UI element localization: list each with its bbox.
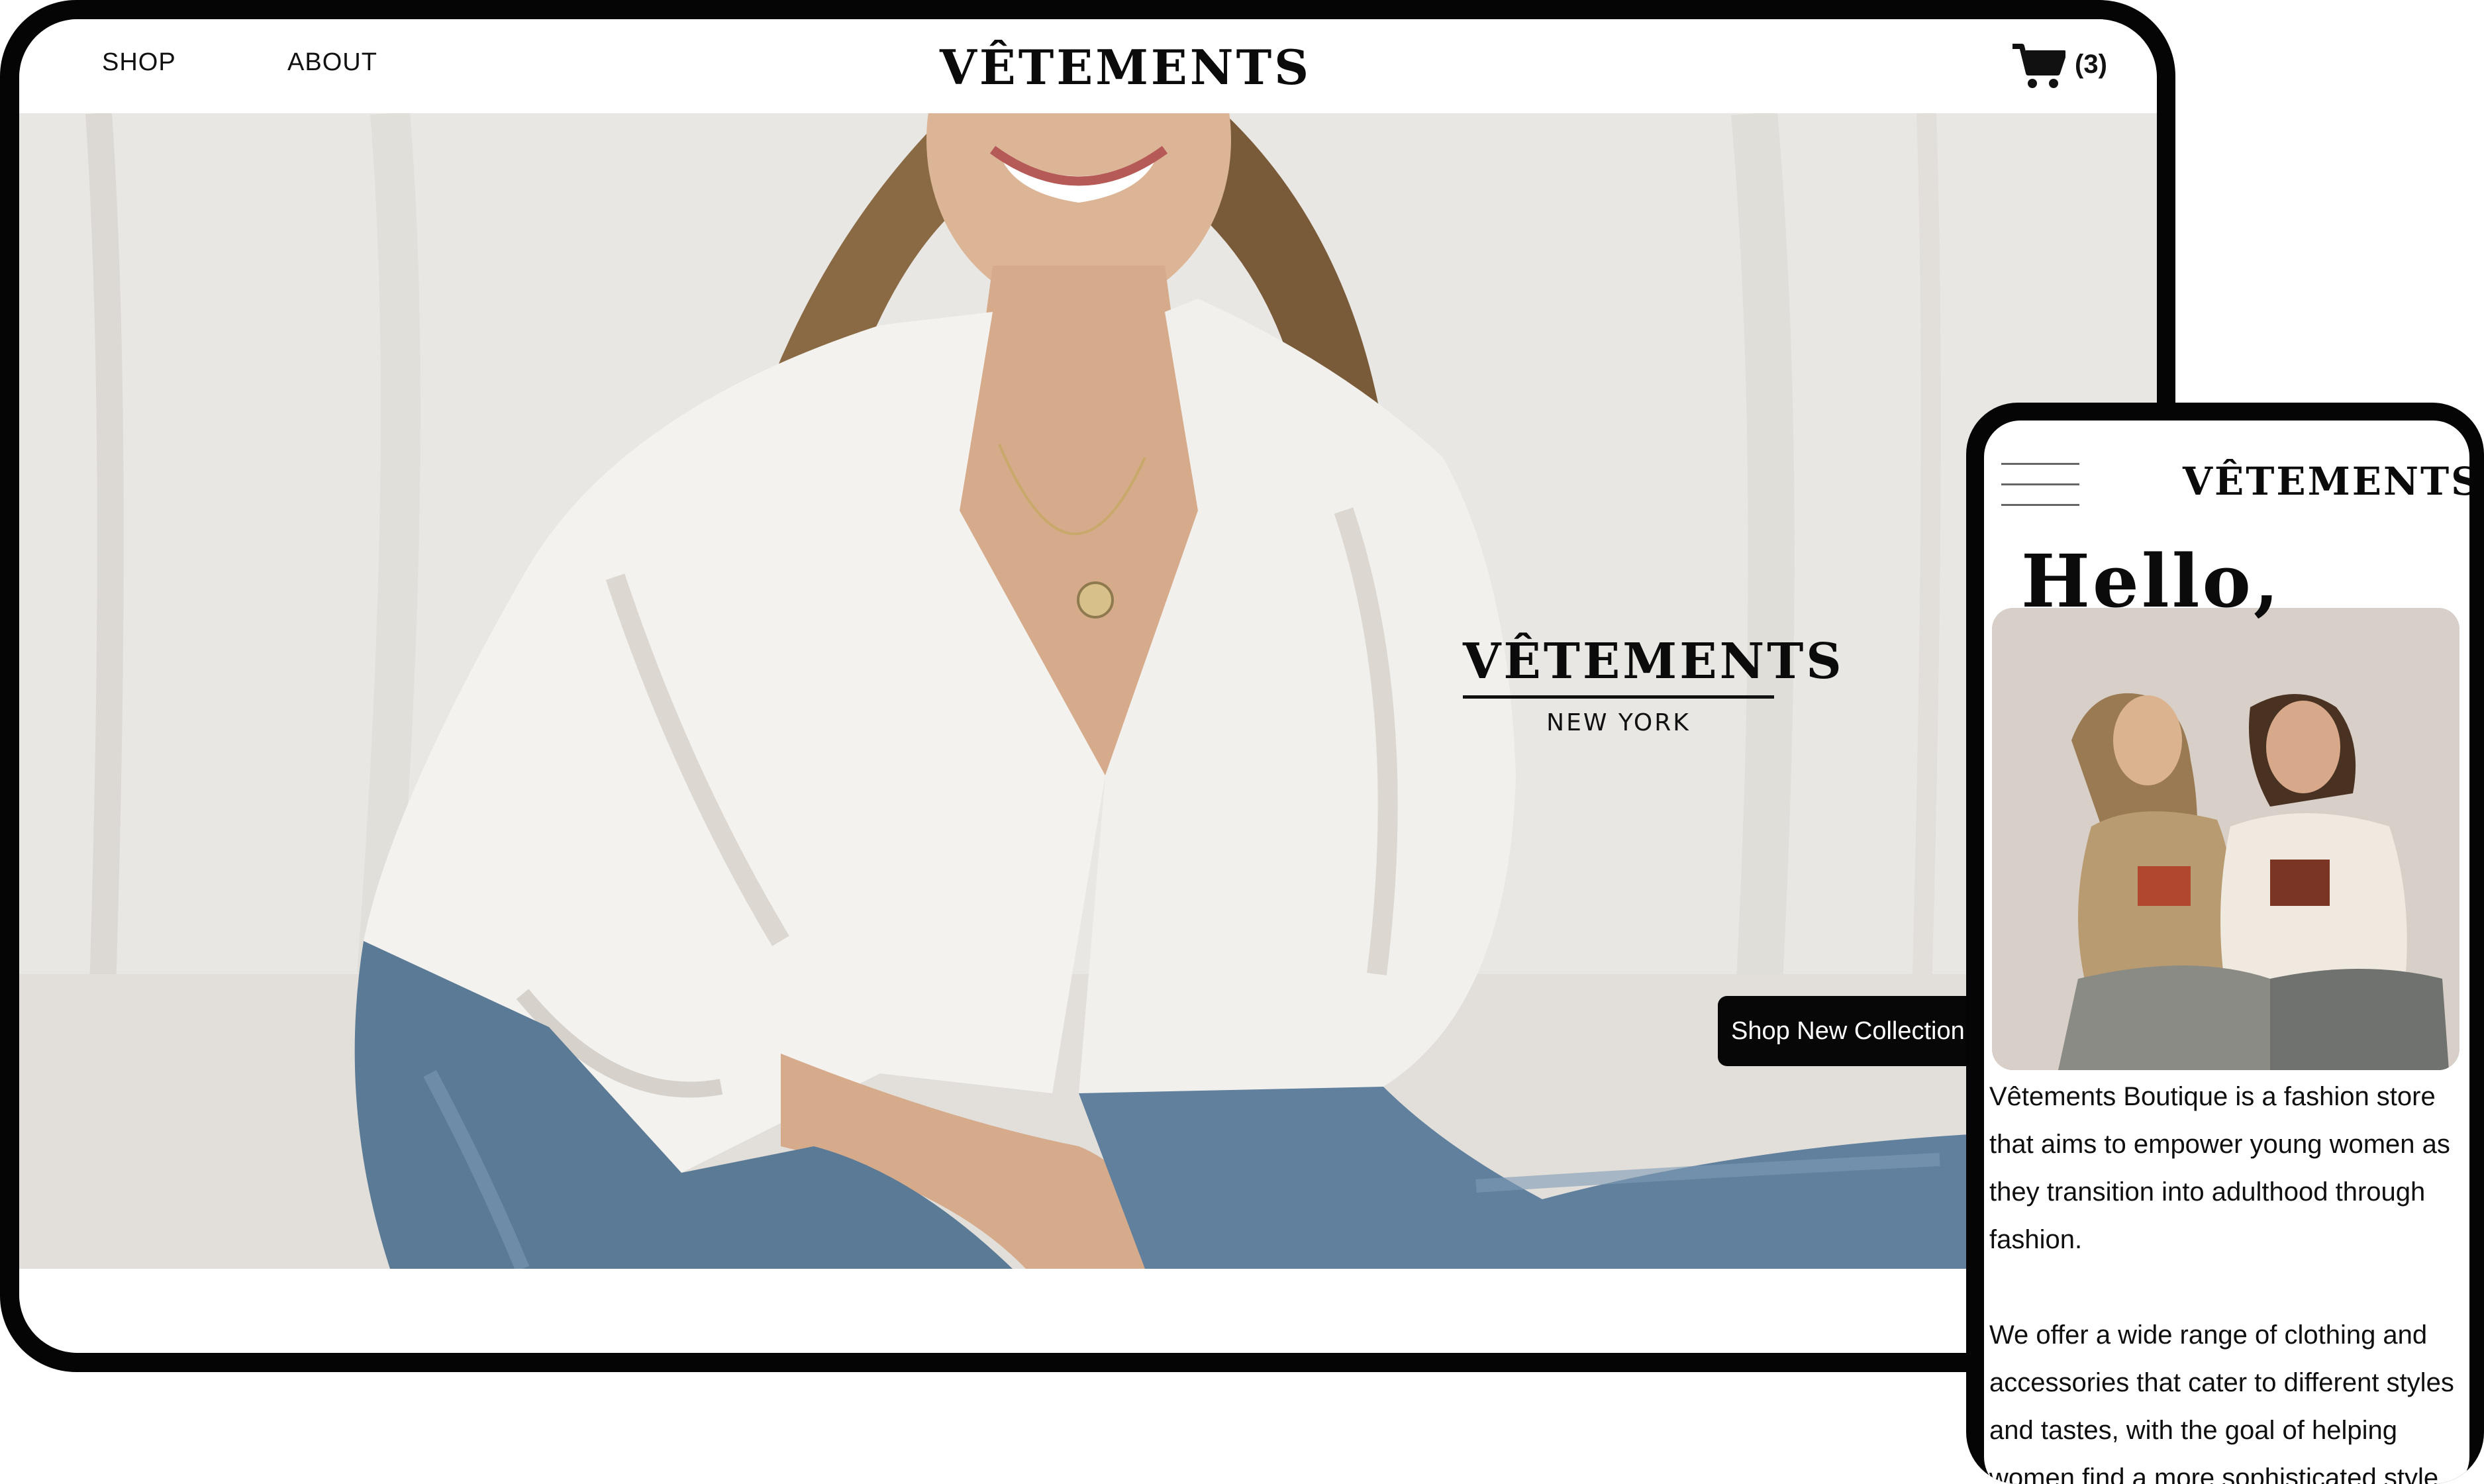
hero-logo-underline [1463, 695, 1774, 699]
hamburger-menu-icon[interactable] [2001, 463, 2079, 511]
hero-tagline: NEW YORK [1546, 709, 1691, 736]
shop-new-collection-button[interactable]: Shop New Collection [1718, 996, 1996, 1066]
desktop-device-frame: SHOP ABOUT VÊTEMENTS (3) VÊTEMENTS NEW Y… [0, 0, 2175, 1372]
hero-model-photo [19, 113, 2157, 1269]
site-logo[interactable]: VÊTEMENTS [940, 39, 1311, 95]
about-paragraph-1: Vêtements Boutique is a fashion store th… [1989, 1082, 2450, 1254]
mobile-screen: VÊTEMENTS Hello, Vêtements Boutique is a… [1984, 420, 2469, 1484]
about-photo [1992, 608, 2459, 1070]
top-navigation-bar: SHOP ABOUT VÊTEMENTS (3) [19, 19, 2157, 113]
desktop-screen: SHOP ABOUT VÊTEMENTS (3) VÊTEMENTS NEW Y… [19, 19, 2157, 1353]
hero-banner: VÊTEMENTS NEW YORK [19, 113, 2157, 1269]
about-paragraph-2: We offer a wide range of clothing and ac… [1989, 1320, 2454, 1484]
hero-logo: VÊTEMENTS [1463, 633, 1844, 690]
page-footer-area [19, 1269, 2157, 1353]
cart-count-badge[interactable]: (3) [2075, 50, 2107, 79]
mobile-site-logo[interactable]: VÊTEMENTS [2183, 459, 2469, 504]
nav-about-link[interactable]: ABOUT [287, 48, 377, 77]
about-body-text: Vêtements Boutique is a fashion store th… [1989, 1073, 2467, 1484]
greeting-heading: Hello, [2021, 538, 2282, 624]
hero-brand-block: VÊTEMENTS NEW YORK [1463, 633, 1844, 736]
two-women-photo [1992, 608, 2459, 1070]
nav-shop-link[interactable]: SHOP [102, 48, 176, 77]
mobile-device-frame: VÊTEMENTS Hello, Vêtements Boutique is a… [1966, 403, 2484, 1484]
shopping-cart-icon[interactable] [2011, 42, 2065, 90]
